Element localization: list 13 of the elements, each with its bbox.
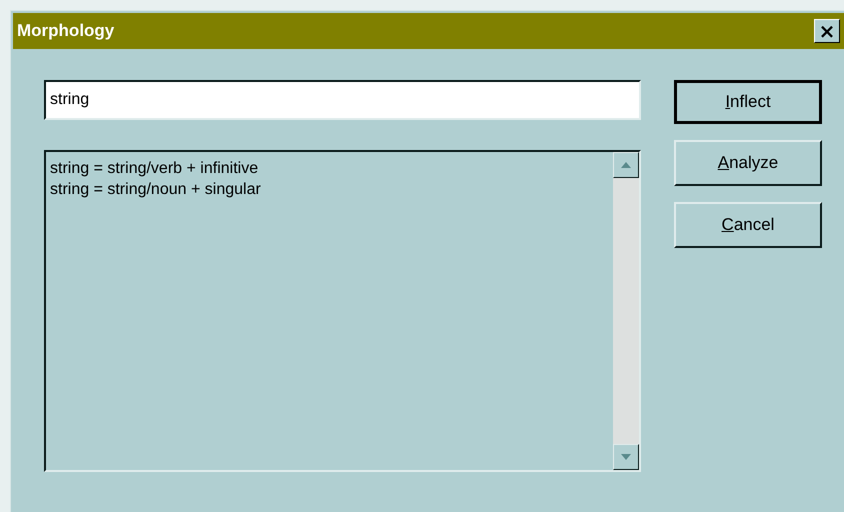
down-arrow-icon: [621, 454, 631, 460]
result-line: string = string/verb + infinitive: [50, 159, 260, 179]
scroll-down-button[interactable]: [613, 444, 639, 470]
scroll-up-button[interactable]: [613, 152, 639, 178]
up-arrow-icon: [621, 162, 631, 168]
word-field[interactable]: string: [44, 80, 641, 120]
dialog-button[interactable]: Inflect: [674, 80, 822, 124]
close-button[interactable]: ×: [814, 19, 840, 43]
window-title: Morphology: [17, 21, 114, 41]
result-line: string = string/noun + singular: [50, 180, 262, 200]
dialog-button[interactable]: Analyze: [674, 140, 822, 186]
scrollbar[interactable]: [613, 152, 639, 470]
dialog-button[interactable]: Cancel: [674, 202, 822, 248]
